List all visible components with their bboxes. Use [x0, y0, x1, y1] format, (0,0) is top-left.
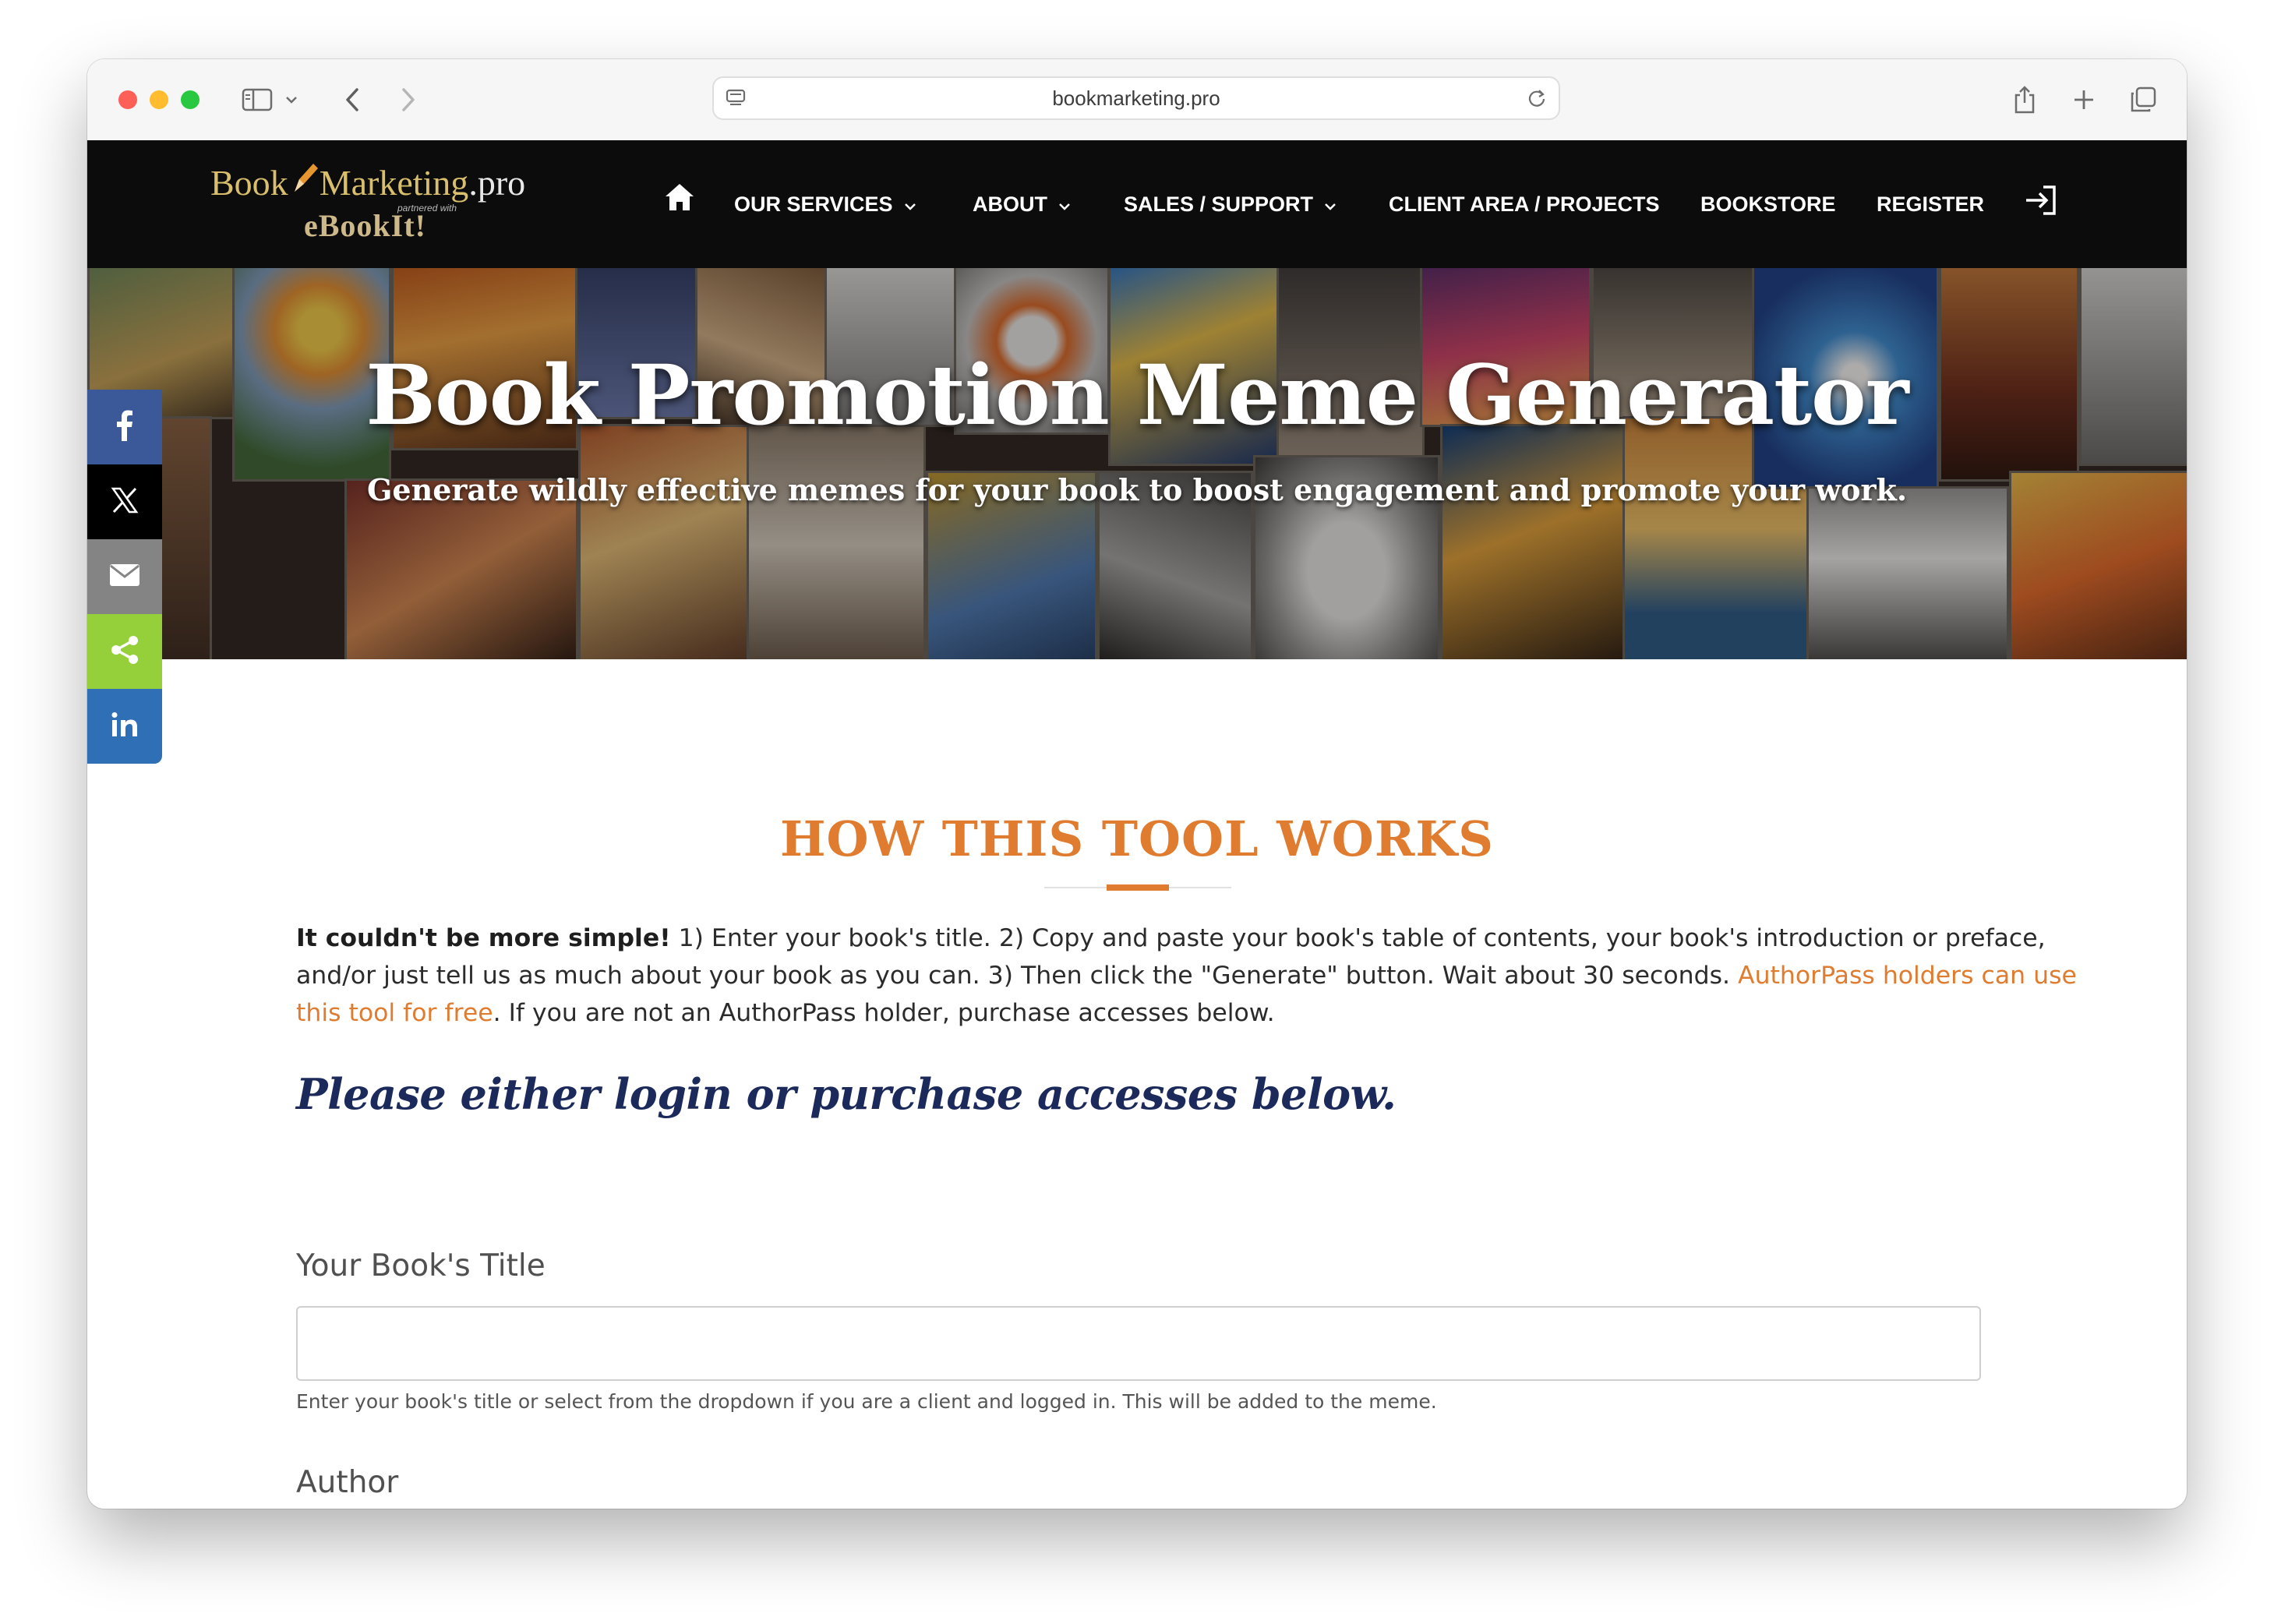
share-icon [109, 634, 140, 669]
browser-window: bookmarketing.pro Book Marketing.pro part… [87, 59, 2187, 1509]
new-tab-icon[interactable] [2067, 83, 2101, 117]
pencil-icon [288, 161, 320, 203]
login-prompt: Please either login or purchase accesses… [296, 1069, 1397, 1119]
book-title-input[interactable] [296, 1306, 1981, 1381]
nav-sales-support-label: SALES / SUPPORT [1124, 192, 1314, 216]
nav-about-label: ABOUT [973, 192, 1047, 216]
nav-register-label: REGISTER [1877, 192, 1985, 216]
chevron-down-icon [1324, 190, 1337, 218]
reload-icon[interactable] [1526, 87, 1548, 113]
back-icon[interactable] [337, 83, 368, 117]
nav-bookstore[interactable]: BOOKSTORE [1700, 190, 1836, 218]
intro-tail-text: . If you are not an AuthorPass holder, p… [493, 999, 1275, 1027]
logo-pro-text: .pro [468, 163, 526, 203]
login-icon[interactable] [2023, 184, 2059, 221]
logo-marketing-text: Marketing [319, 163, 469, 203]
share-x-button[interactable] [87, 464, 162, 539]
section-title: HOW THIS TOOL WORKS [779, 810, 1495, 867]
hero-subtitle: Generate wildly effective memes for your… [366, 472, 1908, 507]
book-title-helper: Enter your book's title or select from t… [296, 1390, 1437, 1413]
x-icon [111, 486, 139, 518]
title-divider-accent [1107, 884, 1169, 891]
logo-book-text: Book [210, 163, 288, 203]
linkedin-icon [111, 711, 139, 742]
nav-client-area[interactable]: CLIENT AREA / PROJECTS [1389, 190, 1660, 218]
share-generic-button[interactable] [87, 614, 162, 689]
intro-bold-text: It couldn't be more simple! [296, 924, 671, 952]
home-icon[interactable] [664, 182, 695, 216]
share-page-icon[interactable] [2007, 83, 2042, 117]
nav-our-services[interactable]: OUR SERVICES [734, 190, 916, 218]
tab-overview-icon[interactable] [2126, 83, 2160, 117]
chevron-down-icon[interactable] [282, 83, 301, 117]
nav-register[interactable]: REGISTER [1877, 190, 1984, 218]
nav-bookstore-label: BOOKSTORE [1700, 192, 1836, 216]
chevron-down-icon [904, 190, 916, 218]
hero-title: Book Promotion Meme Generator [365, 346, 1909, 443]
author-label: Author [296, 1465, 399, 1500]
url-text: bookmarketing.pro [1052, 86, 1220, 110]
nav-sales-support[interactable]: SALES / SUPPORT [1124, 190, 1337, 218]
minimize-window-button[interactable] [150, 90, 168, 109]
site-logo[interactable]: Book Marketing.pro partnered with eBookIt… [210, 161, 584, 246]
site-header: Book Marketing.pro partnered with eBookIt… [87, 140, 2187, 268]
email-icon [109, 563, 140, 591]
intro-paragraph: It couldn't be more simple! 1) Enter you… [296, 920, 2089, 1032]
book-title-label: Your Book's Title [296, 1248, 546, 1283]
nav-about[interactable]: ABOUT [973, 190, 1071, 218]
logo-ebookit-text: eBookIt! [304, 208, 426, 243]
sidebar-toggle-icon[interactable] [240, 83, 274, 117]
address-bar[interactable]: bookmarketing.pro [712, 76, 1560, 120]
facebook-icon [116, 410, 133, 445]
browser-toolbar: bookmarketing.pro [87, 59, 2187, 141]
share-facebook-button[interactable] [87, 390, 162, 464]
hero-overlay [87, 268, 2187, 659]
share-linkedin-button[interactable] [87, 689, 162, 764]
zoom-window-button[interactable] [181, 90, 200, 109]
close-window-button[interactable] [118, 90, 137, 109]
chevron-down-icon [1058, 190, 1071, 218]
nav-client-area-label: CLIENT AREA / PROJECTS [1389, 192, 1660, 216]
forward-icon[interactable] [393, 83, 424, 117]
hero-banner: Book Promotion Meme Generator Generate w… [87, 268, 2187, 659]
nav-our-services-label: OUR SERVICES [734, 192, 893, 216]
share-email-button[interactable] [87, 539, 162, 614]
